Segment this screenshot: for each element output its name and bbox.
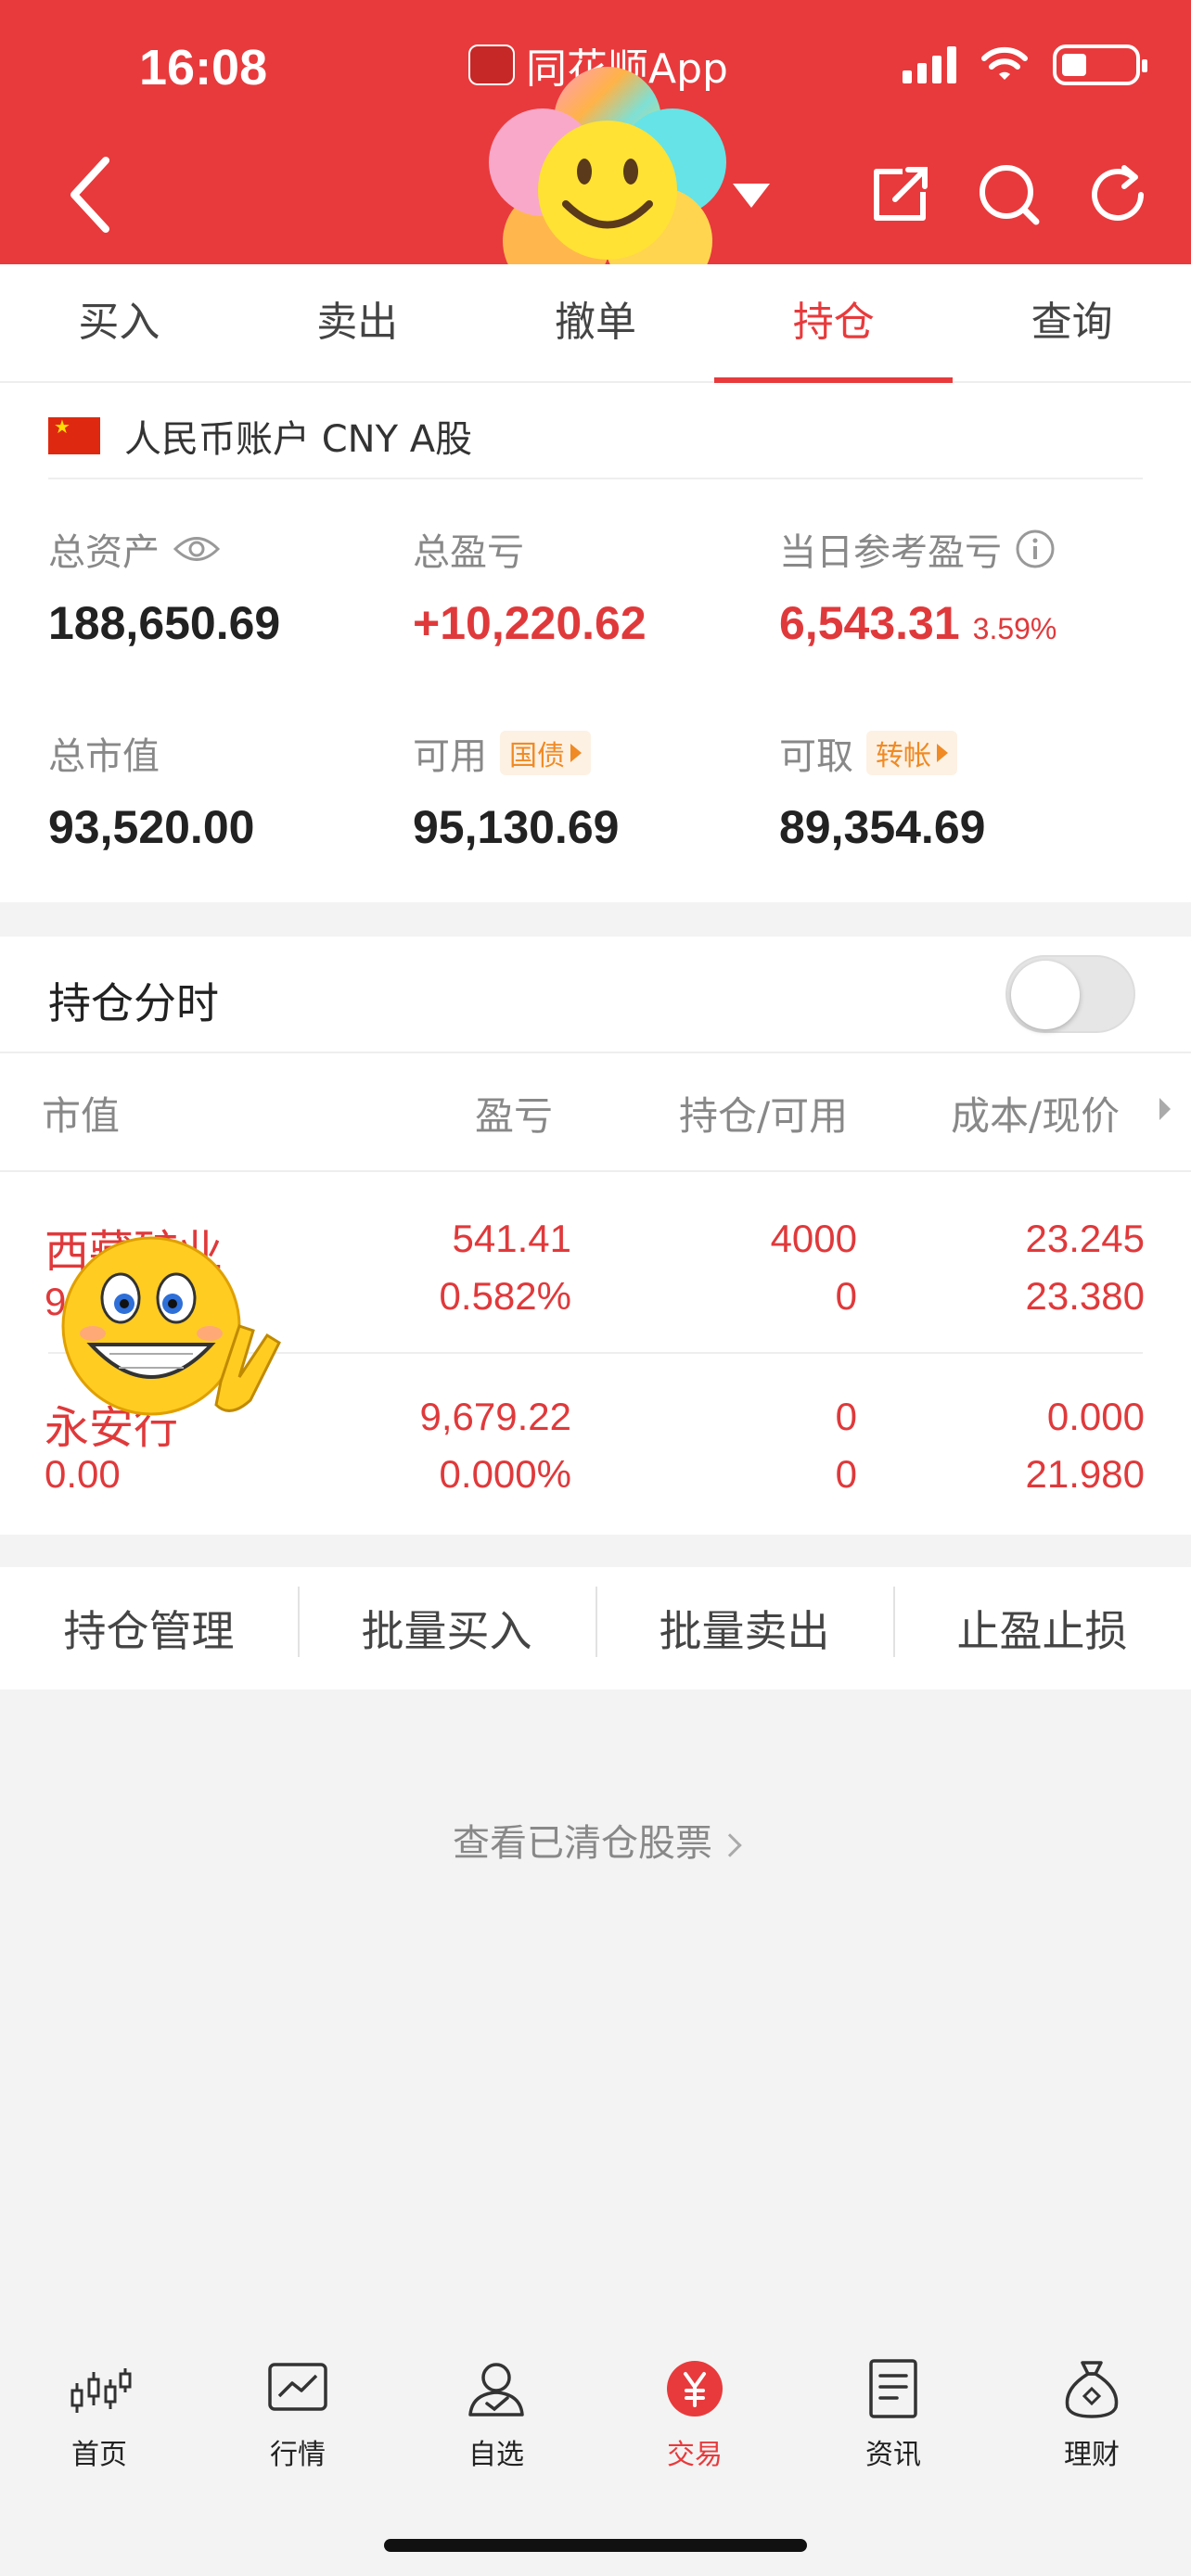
stock-pl-pct: 0.000% <box>439 1452 571 1496</box>
transfer-tag[interactable]: 转帐 <box>866 731 957 775</box>
total-pl-value: +10,220.62 <box>413 597 647 649</box>
share-icon[interactable] <box>867 162 932 227</box>
chevron-right-icon <box>718 1833 742 1857</box>
stock-pl: 9,679.22 <box>419 1395 572 1438</box>
tabbar-label: 行情 <box>270 2439 326 2471</box>
account-dropdown-icon[interactable] <box>733 184 770 208</box>
col-cost-price[interactable]: 成本/现价 <box>951 1085 1120 1141</box>
stock-avail: 0 <box>835 1274 857 1318</box>
status-time: 16:08 <box>139 40 268 96</box>
tab-buy[interactable]: 买入 <box>0 264 238 381</box>
total-assets-value: 188,650.69 <box>48 597 281 649</box>
daily-pl-pct: 3.59% <box>972 612 1057 645</box>
holdings-actions: 持仓管理 批量买入 批量卖出 止盈止损 <box>0 1567 1191 1690</box>
battery-icon <box>1053 45 1147 85</box>
tab-cancel[interactable]: 撤单 <box>477 264 715 381</box>
money-bag-icon <box>1065 2361 1119 2418</box>
play-arrow-icon <box>570 744 582 762</box>
available-label: 可用 <box>413 735 487 778</box>
batch-sell-button[interactable]: 批量卖出 <box>596 1587 893 1659</box>
manage-positions-button[interactable]: 持仓管理 <box>0 1598 298 1659</box>
stock-price: 21.980 <box>1025 1452 1145 1496</box>
trade-tabs: 买入 卖出 撤单 持仓 查询 <box>0 264 1191 383</box>
tabbar-label: 交易 <box>667 2439 723 2471</box>
account-summary: 人民币账户 CNY A股 总资产 188,650.69 总盈亏 +10,220.… <box>0 383 1191 902</box>
market-value-value: 93,520.00 <box>48 801 255 853</box>
tabbar-item-home[interactable]: 首页 <box>0 2327 198 2576</box>
divider <box>0 1052 1191 1053</box>
signal-icon <box>903 46 956 83</box>
refresh-icon[interactable] <box>1085 162 1150 227</box>
withdrawable-value: 89,354.69 <box>779 801 986 853</box>
account-selector[interactable]: 人民币账户 CNY A股 <box>48 409 472 463</box>
divider <box>0 1170 1191 1172</box>
eye-icon[interactable] <box>173 533 221 565</box>
tabbar-label: 首页 <box>71 2439 127 2471</box>
candlestick-icon <box>70 2368 132 2413</box>
available-funds: 可用 国债 95,130.69 <box>413 726 619 854</box>
search-icon[interactable] <box>977 162 1042 227</box>
stock-cost: 0.000 <box>1046 1395 1145 1438</box>
scroll-right-icon[interactable] <box>1159 1098 1171 1120</box>
daily-pl-label: 当日参考盈亏 <box>779 531 1002 574</box>
available-value: 95,130.69 <box>413 801 620 853</box>
tab-sell[interactable]: 卖出 <box>238 264 477 381</box>
view-cleared-stocks-link[interactable]: 查看已清仓股票 <box>0 1813 1191 1867</box>
toggle-knob <box>1011 961 1080 1029</box>
daily-pl: 当日参考盈亏 6,543.31 3.59% <box>779 522 1057 650</box>
stock-avail: 0 <box>835 1452 857 1496</box>
tabbar-item-wealth[interactable]: 理财 <box>992 2327 1191 2576</box>
user-check-icon <box>468 2363 524 2417</box>
total-assets-label: 总资产 <box>48 531 160 574</box>
stock-pl: 541.41 <box>452 1217 571 1260</box>
account-name: 人民币账户 CNY A股 <box>124 418 473 461</box>
home-indicator[interactable] <box>384 2539 807 2552</box>
info-icon[interactable] <box>1015 529 1056 569</box>
intraday-toggle[interactable] <box>1005 955 1135 1033</box>
wifi-icon <box>981 46 1028 80</box>
market-value: 总市值 93,520.00 <box>48 726 254 854</box>
tabbar-label: 自选 <box>468 2439 524 2471</box>
tabbar-label: 资讯 <box>865 2439 921 2471</box>
chart-icon <box>268 2363 327 2411</box>
tabbar-item-news[interactable]: 资讯 <box>794 2327 992 2576</box>
cleared-link-label: 查看已清仓股票 <box>453 1822 712 1865</box>
yuan-icon <box>667 2361 723 2417</box>
stock-market-value: 0.00 <box>45 1452 121 1496</box>
col-pl[interactable]: 盈亏 <box>475 1085 553 1141</box>
stock-hold: 0 <box>835 1395 857 1438</box>
col-hold-avail[interactable]: 持仓/可用 <box>679 1085 848 1141</box>
status-icons <box>903 45 1147 85</box>
stock-hold: 4000 <box>770 1217 857 1260</box>
col-market-value[interactable]: 市值 <box>42 1085 120 1141</box>
document-icon <box>869 2359 917 2418</box>
divider <box>48 478 1143 479</box>
total-pl-label: 总盈亏 <box>413 531 524 574</box>
tabbar-item-market[interactable]: 行情 <box>198 2327 397 2576</box>
total-pl: 总盈亏 +10,220.62 <box>413 522 647 650</box>
total-assets: 总资产 188,650.69 <box>48 522 280 650</box>
daily-pl-value: 6,543.31 <box>779 597 960 649</box>
tab-query[interactable]: 查询 <box>953 264 1191 381</box>
tab-positions[interactable]: 持仓 <box>714 264 953 383</box>
holdings-title: 持仓分时 <box>48 978 219 1028</box>
withdrawable-funds: 可取 转帐 89,354.69 <box>779 726 985 854</box>
stock-price: 23.380 <box>1025 1274 1145 1318</box>
app-header: 16:08 同花顺App <box>0 0 1191 295</box>
withdrawable-label: 可取 <box>779 735 853 778</box>
play-arrow-icon <box>937 744 948 762</box>
stock-cost: 23.245 <box>1025 1217 1145 1260</box>
tabbar-label: 理财 <box>1064 2439 1120 2471</box>
market-value-label: 总市值 <box>48 735 160 778</box>
treasury-tag[interactable]: 国债 <box>500 731 591 775</box>
back-arrow-icon[interactable] <box>65 153 117 236</box>
grinning-emoji-sticker-icon <box>61 1236 281 1416</box>
stock-pl-pct: 0.582% <box>439 1274 571 1318</box>
batch-buy-button[interactable]: 批量买入 <box>298 1587 596 1659</box>
china-flag-icon <box>48 415 100 454</box>
take-profit-stop-loss-button[interactable]: 止盈止损 <box>893 1587 1191 1659</box>
